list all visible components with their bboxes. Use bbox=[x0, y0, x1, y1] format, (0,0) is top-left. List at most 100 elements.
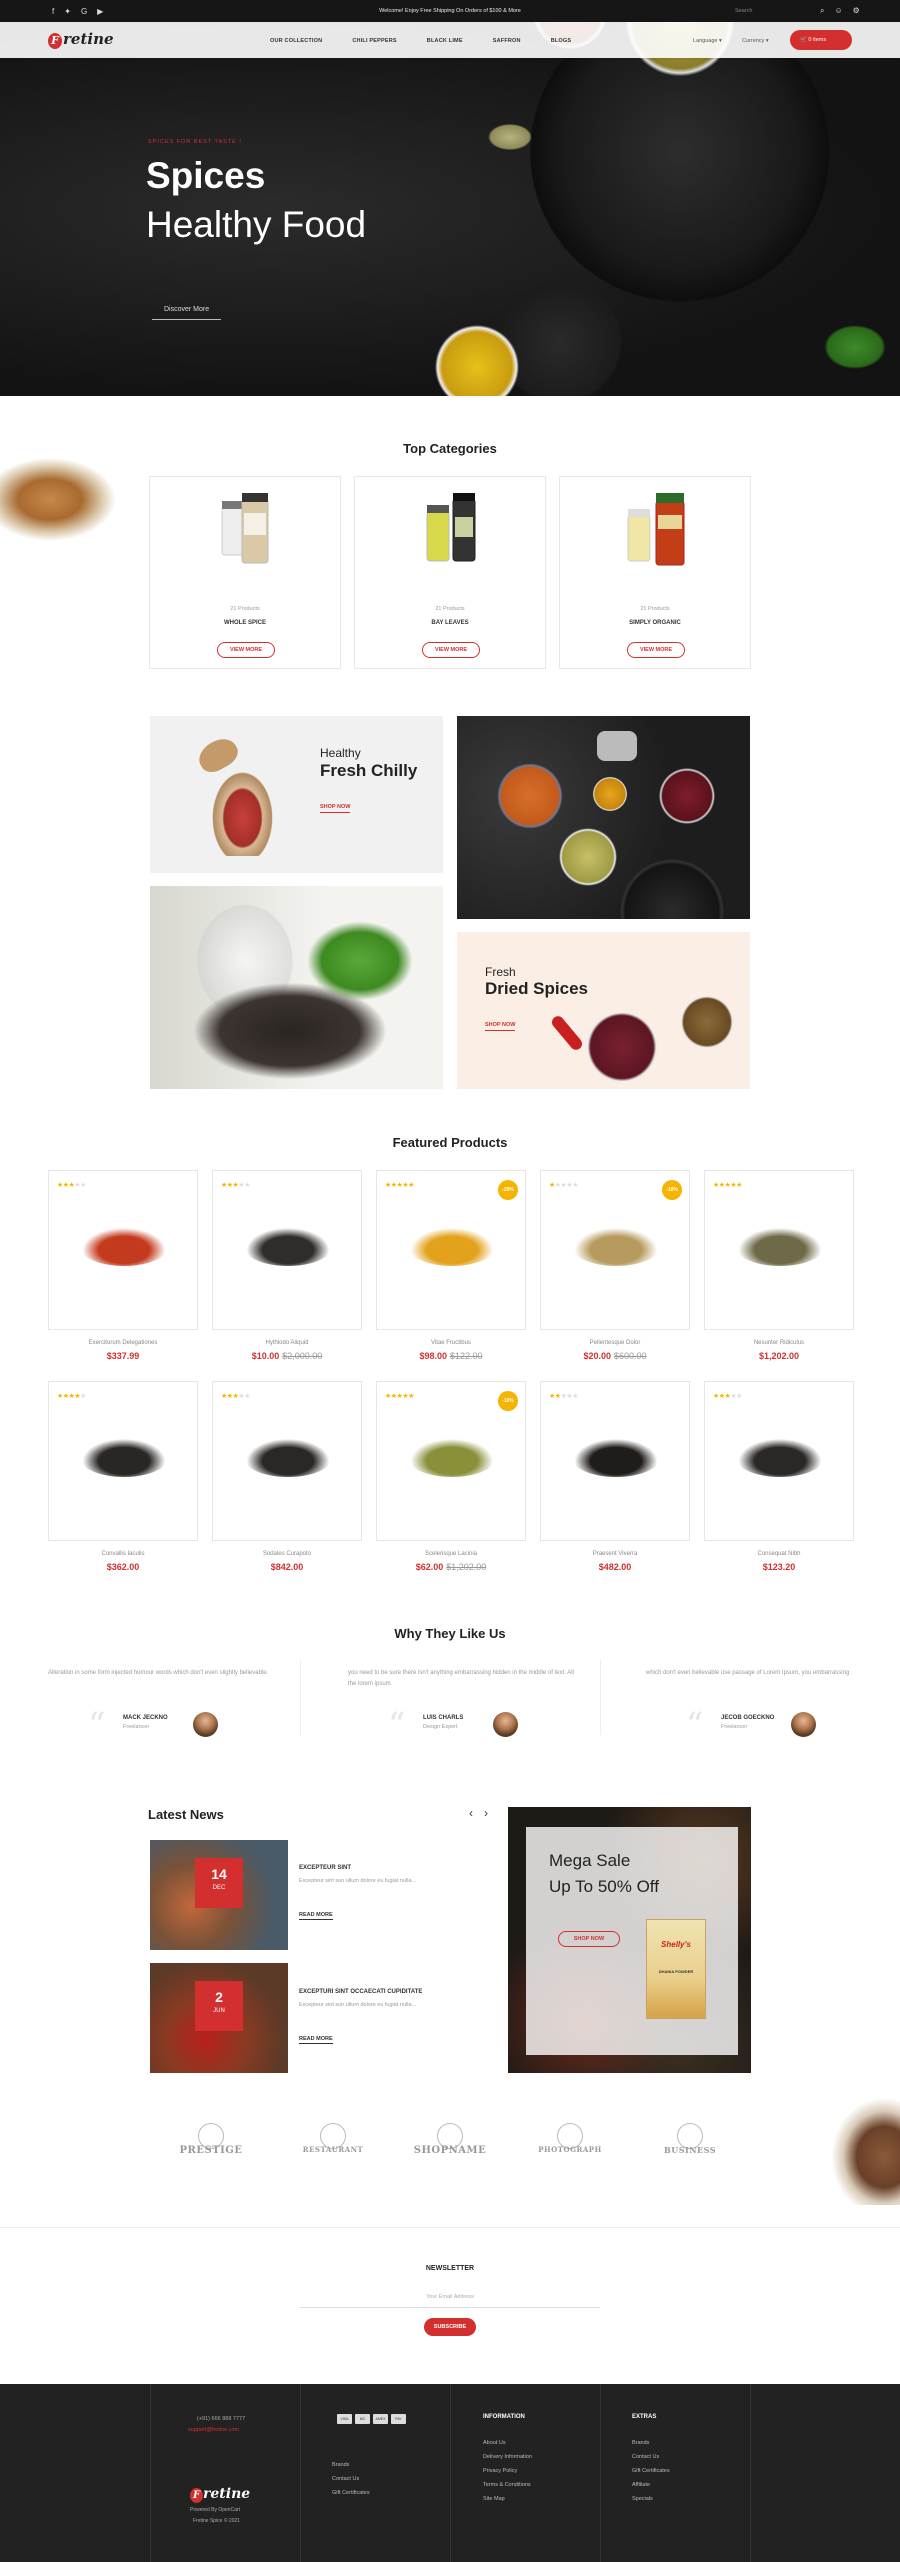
product-card[interactable]: ★★★★★ -10% bbox=[376, 1381, 526, 1541]
product-name[interactable]: Convallis Iaculis bbox=[48, 1551, 198, 1557]
subscribe-button[interactable]: SUBSCRIBE bbox=[424, 2318, 476, 2336]
footer-link[interactable]: Brands bbox=[632, 2436, 670, 2450]
testimonial-name: LUIS CHARLS bbox=[423, 1715, 464, 1721]
language-dropdown[interactable]: Language ▾ bbox=[693, 38, 722, 44]
product-card[interactable]: ★★★★★ bbox=[540, 1381, 690, 1541]
product-card[interactable]: ★★★★★ -20% bbox=[376, 1170, 526, 1330]
product-name[interactable]: Hythlodo Aliquid bbox=[212, 1340, 362, 1346]
product-card[interactable]: ★★★★★ bbox=[212, 1170, 362, 1330]
read-more-link[interactable]: READ MORE bbox=[299, 1912, 333, 1920]
search-icon[interactable]: ⌕ bbox=[820, 6, 824, 16]
footer-link[interactable]: Contact Us bbox=[632, 2450, 670, 2464]
view-more-button[interactable]: VIEW MORE bbox=[627, 642, 685, 658]
product-card[interactable]: ★★★★★ bbox=[704, 1170, 854, 1330]
product-card[interactable]: ★★★★★ bbox=[704, 1381, 854, 1541]
footer: (+91) 666 888 7777 support@fretine.com F… bbox=[0, 2384, 900, 2562]
testimonial-name: JECOB GOECKNO bbox=[721, 1715, 775, 1721]
brand-logo[interactable]: PHOTOGRAPH bbox=[530, 2123, 610, 2167]
product-card[interactable]: ★★★★★ bbox=[48, 1170, 198, 1330]
discover-more-button[interactable]: Discover More bbox=[152, 300, 222, 320]
read-more-link[interactable]: READ MORE bbox=[299, 2036, 333, 2044]
currency-dropdown[interactable]: Currency ▾ bbox=[742, 38, 769, 44]
product-name[interactable]: Nesunter Ridiculus bbox=[704, 1340, 854, 1346]
product-name[interactable]: Exercitorum Delegationes bbox=[48, 1340, 198, 1346]
footer-link[interactable]: Specials bbox=[632, 2492, 670, 2506]
black-pepper-banner[interactable] bbox=[150, 886, 443, 1089]
banner-big-text: Fresh Chilly bbox=[320, 761, 418, 780]
pack-label: DHANIA POWDER bbox=[658, 1969, 694, 1974]
mega-sale-banner[interactable]: Shelly's DHANIA POWDER Mega Sale Up To 5… bbox=[508, 1807, 751, 2073]
brand-logo[interactable]: BUSINESS bbox=[650, 2123, 730, 2167]
news-next-arrow[interactable]: › bbox=[484, 1806, 488, 1820]
footer-link[interactable]: Affiliate bbox=[632, 2478, 670, 2492]
news-month: JUN bbox=[213, 2008, 225, 2014]
shop-now-link[interactable]: SHOP NOW bbox=[485, 1022, 516, 1031]
view-more-button[interactable]: VIEW MORE bbox=[217, 642, 275, 658]
footer-email[interactable]: support@fretine.com bbox=[188, 2427, 239, 2433]
avatar bbox=[791, 1712, 816, 1737]
product-name[interactable]: Scelerisque Lacinia bbox=[376, 1551, 526, 1557]
product-card[interactable]: ★★★★★ -10% bbox=[540, 1170, 690, 1330]
oil-bowl-decoration bbox=[432, 322, 522, 396]
current-price: $337.99 bbox=[106, 1351, 140, 1361]
brand-logo[interactable]: RESTAURANT bbox=[293, 2123, 373, 2167]
cart-button[interactable]: 🛒 0 items bbox=[790, 30, 852, 50]
product-image bbox=[735, 1226, 825, 1266]
view-more-button[interactable]: VIEW MORE bbox=[422, 642, 480, 658]
menu-black-lime[interactable]: BLACK LIME bbox=[427, 38, 463, 44]
spices-bowls-banner[interactable] bbox=[457, 716, 750, 919]
product-image bbox=[407, 1437, 497, 1477]
menu-saffron[interactable]: SAFFRON bbox=[493, 38, 521, 44]
old-price: $1,202.00 bbox=[446, 1562, 487, 1572]
settings-icon[interactable]: ⚙ bbox=[853, 6, 860, 16]
main-nav: Fretine OUR COLLECTION CHILI PEPPERS BLA… bbox=[0, 22, 900, 58]
product-name[interactable]: Praesent Viverra bbox=[540, 1551, 690, 1557]
footer-link[interactable]: Privacy Policy bbox=[483, 2464, 532, 2478]
menu-chili-peppers[interactable]: CHILI PEPPERS bbox=[352, 38, 396, 44]
product-card[interactable]: ★★★★★ bbox=[212, 1381, 362, 1541]
news-prev-arrow[interactable]: ‹ bbox=[469, 1806, 473, 1820]
search-input[interactable]: Search bbox=[735, 8, 752, 14]
product-image bbox=[79, 1437, 169, 1477]
user-icon[interactable]: ☺ bbox=[834, 6, 842, 16]
footer-link[interactable]: Delivery Information bbox=[483, 2450, 532, 2464]
mega-title: Mega Sale bbox=[549, 1851, 631, 1870]
footer-link[interactable]: Gift Certificates bbox=[632, 2464, 670, 2478]
site-logo[interactable]: Fretine bbox=[48, 30, 114, 49]
footer-link[interactable]: Terms & Conditions bbox=[483, 2478, 532, 2492]
news-item-title[interactable]: EXCEPTURI SINT OCCAECATI CUPIDITATE bbox=[299, 1989, 422, 1995]
footer-logo[interactable]: Fretine bbox=[190, 2486, 250, 2503]
shop-now-link[interactable]: SHOP NOW bbox=[320, 804, 351, 813]
brand-logo[interactable]: PRESTIGE bbox=[171, 2123, 251, 2167]
news-image[interactable]: 14 DEC bbox=[150, 1840, 288, 1950]
category-card[interactable]: 21 Products BAY LEAVES VIEW MORE bbox=[354, 476, 546, 669]
product-name[interactable]: Sodales Curapoto bbox=[212, 1551, 362, 1557]
mega-shop-button[interactable]: SHOP NOW bbox=[558, 1931, 620, 1947]
spice-jar-image bbox=[426, 493, 476, 562]
fresh-chilly-banner[interactable]: Healthy Fresh Chilly SHOP NOW bbox=[150, 716, 443, 873]
menu-blogs[interactable]: BLOGS bbox=[551, 38, 572, 44]
product-name[interactable]: Pellentesque Dolor bbox=[540, 1340, 690, 1346]
news-item-title[interactable]: EXCEPTEUR SINT bbox=[299, 1865, 351, 1871]
newsletter-email-input[interactable]: Your Email Address bbox=[300, 2286, 600, 2308]
news-date: 14 DEC bbox=[195, 1858, 243, 1908]
menu-our-collection[interactable]: OUR COLLECTION bbox=[270, 38, 322, 44]
testimonial-text: you need to be sure there isn't anything… bbox=[348, 1670, 574, 1687]
powered-by: Powered By OpenCart bbox=[190, 2507, 241, 2513]
news-image[interactable]: 2 JUN bbox=[150, 1963, 288, 2073]
category-card[interactable]: 21 Products SIMPLY ORGANIC VIEW MORE bbox=[559, 476, 751, 669]
footer-link[interactable]: Contact Us bbox=[332, 2472, 370, 2486]
hero-title: Spices bbox=[146, 155, 266, 196]
footer-link[interactable]: Site Map bbox=[483, 2492, 532, 2506]
product-name[interactable]: Vitae Fructibus bbox=[376, 1340, 526, 1346]
category-card[interactable]: 21 Products WHOLE SPICE VIEW MORE bbox=[149, 476, 341, 669]
product-name[interactable]: Consequat Nibh bbox=[704, 1551, 854, 1557]
footer-link[interactable]: About Us bbox=[483, 2436, 532, 2450]
footer-link[interactable]: Gift Certificates bbox=[332, 2486, 370, 2500]
product-card[interactable]: ★★★★★ bbox=[48, 1381, 198, 1541]
dried-spices-banner[interactable]: Fresh Dried Spices SHOP NOW bbox=[457, 932, 750, 1089]
brand-name: PHOTOGRAPH bbox=[538, 2145, 602, 2154]
brand-logo[interactable]: SHOPNAME bbox=[410, 2123, 490, 2167]
old-price: $122.00 bbox=[449, 1351, 483, 1361]
footer-link[interactable]: Brands bbox=[332, 2458, 370, 2472]
